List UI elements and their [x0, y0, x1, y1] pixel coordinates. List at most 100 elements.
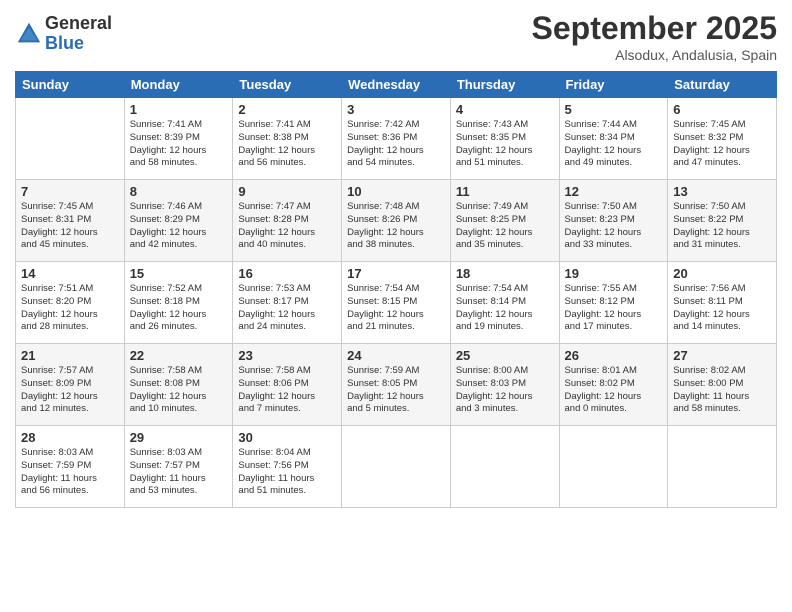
day-info: Sunrise: 7:45 AMSunset: 8:31 PMDaylight:…	[21, 201, 119, 252]
day-info: Sunrise: 7:44 AMSunset: 8:34 PMDaylight:…	[565, 119, 663, 170]
day-info: Sunrise: 7:41 AMSunset: 8:38 PMDaylight:…	[238, 119, 336, 170]
day-number: 29	[130, 430, 228, 445]
calendar-cell: 28Sunrise: 8:03 AMSunset: 7:59 PMDayligh…	[16, 426, 125, 508]
day-info: Sunrise: 7:54 AMSunset: 8:15 PMDaylight:…	[347, 283, 445, 334]
calendar-cell: 18 Sunrise: 7:54 AMSunset: 8:14 PMDayligh…	[450, 262, 559, 344]
calendar-cell: 5 Sunrise: 7:44 AMSunset: 8:34 PMDaylight…	[559, 98, 668, 180]
day-number: 10	[347, 184, 445, 199]
day-number: 12	[565, 184, 663, 199]
logo-text: General Blue	[45, 14, 112, 54]
calendar-cell: 9 Sunrise: 7:47 AMSunset: 8:28 PMDaylight…	[233, 180, 342, 262]
calendar-cell: 3 Sunrise: 7:42 AMSunset: 8:36 PMDaylight…	[342, 98, 451, 180]
day-number: 11	[456, 184, 554, 199]
day-info: Sunrise: 7:51 AMSunset: 8:20 PMDaylight:…	[21, 283, 119, 334]
calendar-cell: 27 Sunrise: 8:02 AMSunset: 8:00 PMDayligh…	[668, 344, 777, 426]
day-number: 9	[238, 184, 336, 199]
day-number: 4	[456, 102, 554, 117]
day-info: Sunrise: 7:58 AMSunset: 8:08 PMDaylight:…	[130, 365, 228, 416]
calendar-cell: 6Sunrise: 7:45 AMSunset: 8:32 PMDaylight…	[668, 98, 777, 180]
logo: General Blue	[15, 14, 112, 54]
weekday-header-wednesday: Wednesday	[342, 72, 451, 98]
calendar-cell: 1Sunrise: 7:41 AMSunset: 8:39 PMDaylight…	[124, 98, 233, 180]
day-number: 1	[130, 102, 228, 117]
calendar-cell	[559, 426, 668, 508]
calendar-cell	[342, 426, 451, 508]
calendar-cell: 12 Sunrise: 7:50 AMSunset: 8:23 PMDayligh…	[559, 180, 668, 262]
calendar-cell: 16 Sunrise: 7:53 AMSunset: 8:17 PMDayligh…	[233, 262, 342, 344]
calendar-cell: 24Sunrise: 7:59 AMSunset: 8:05 PMDayligh…	[342, 344, 451, 426]
logo-icon	[15, 20, 43, 48]
day-number: 13	[673, 184, 771, 199]
week-row-1: 1Sunrise: 7:41 AMSunset: 8:39 PMDaylight…	[16, 98, 777, 180]
day-number: 18	[456, 266, 554, 281]
day-number: 6	[673, 102, 771, 117]
day-number: 24	[347, 348, 445, 363]
day-number: 30	[238, 430, 336, 445]
week-row-3: 14 Sunrise: 7:51 AMSunset: 8:20 PMDayligh…	[16, 262, 777, 344]
day-info: Sunrise: 7:52 AMSunset: 8:18 PMDaylight:…	[130, 283, 228, 334]
weekday-header-sunday: Sunday	[16, 72, 125, 98]
day-info: Sunrise: 7:50 AMSunset: 8:22 PMDaylight:…	[673, 201, 771, 252]
calendar-cell: 25 Sunrise: 8:00 AMSunset: 8:03 PMDayligh…	[450, 344, 559, 426]
day-number: 8	[130, 184, 228, 199]
day-number: 5	[565, 102, 663, 117]
week-row-5: 28Sunrise: 8:03 AMSunset: 7:59 PMDayligh…	[16, 426, 777, 508]
header: General Blue September 2025 Alsodux, And…	[15, 10, 777, 63]
calendar-cell: 29 Sunrise: 8:03 AMSunset: 7:57 PMDayligh…	[124, 426, 233, 508]
day-number: 25	[456, 348, 554, 363]
day-info: Sunrise: 7:58 AMSunset: 8:06 PMDaylight:…	[238, 365, 336, 416]
location-title: Alsodux, Andalusia, Spain	[532, 47, 777, 63]
calendar-cell: 8 Sunrise: 7:46 AMSunset: 8:29 PMDaylight…	[124, 180, 233, 262]
day-number: 26	[565, 348, 663, 363]
day-info: Sunrise: 8:02 AMSunset: 8:00 PMDaylight:…	[673, 365, 771, 416]
day-info: Sunrise: 7:43 AMSunset: 8:35 PMDaylight:…	[456, 119, 554, 170]
calendar-cell: 7 Sunrise: 7:45 AMSunset: 8:31 PMDaylight…	[16, 180, 125, 262]
day-info: Sunrise: 7:57 AMSunset: 8:09 PMDaylight:…	[21, 365, 119, 416]
day-info: Sunrise: 7:53 AMSunset: 8:17 PMDaylight:…	[238, 283, 336, 334]
day-info: Sunrise: 7:49 AMSunset: 8:25 PMDaylight:…	[456, 201, 554, 252]
day-number: 21	[21, 348, 119, 363]
day-info: Sunrise: 7:47 AMSunset: 8:28 PMDaylight:…	[238, 201, 336, 252]
calendar-cell: 26 Sunrise: 8:01 AMSunset: 8:02 PMDayligh…	[559, 344, 668, 426]
weekday-header-tuesday: Tuesday	[233, 72, 342, 98]
day-number: 3	[347, 102, 445, 117]
weekday-header-row: SundayMondayTuesdayWednesdayThursdayFrid…	[16, 72, 777, 98]
day-number: 16	[238, 266, 336, 281]
title-block: September 2025 Alsodux, Andalusia, Spain	[532, 10, 777, 63]
day-number: 27	[673, 348, 771, 363]
day-number: 17	[347, 266, 445, 281]
calendar-cell: 14 Sunrise: 7:51 AMSunset: 8:20 PMDayligh…	[16, 262, 125, 344]
weekday-header-friday: Friday	[559, 72, 668, 98]
calendar: SundayMondayTuesdayWednesdayThursdayFrid…	[15, 71, 777, 508]
calendar-cell: 10 Sunrise: 7:48 AMSunset: 8:26 PMDayligh…	[342, 180, 451, 262]
calendar-cell: 19 Sunrise: 7:55 AMSunset: 8:12 PMDayligh…	[559, 262, 668, 344]
calendar-cell: 11 Sunrise: 7:49 AMSunset: 8:25 PMDayligh…	[450, 180, 559, 262]
day-info: Sunrise: 7:46 AMSunset: 8:29 PMDaylight:…	[130, 201, 228, 252]
month-title: September 2025	[532, 10, 777, 47]
day-number: 14	[21, 266, 119, 281]
calendar-cell: 22 Sunrise: 7:58 AMSunset: 8:08 PMDayligh…	[124, 344, 233, 426]
day-info: Sunrise: 7:50 AMSunset: 8:23 PMDaylight:…	[565, 201, 663, 252]
weekday-header-thursday: Thursday	[450, 72, 559, 98]
day-info: Sunrise: 7:42 AMSunset: 8:36 PMDaylight:…	[347, 119, 445, 170]
day-info: Sunrise: 7:56 AMSunset: 8:11 PMDaylight:…	[673, 283, 771, 334]
calendar-cell: 4 Sunrise: 7:43 AMSunset: 8:35 PMDaylight…	[450, 98, 559, 180]
day-number: 19	[565, 266, 663, 281]
day-number: 7	[21, 184, 119, 199]
calendar-cell: 17 Sunrise: 7:54 AMSunset: 8:15 PMDayligh…	[342, 262, 451, 344]
day-info: Sunrise: 7:54 AMSunset: 8:14 PMDaylight:…	[456, 283, 554, 334]
week-row-4: 21 Sunrise: 7:57 AMSunset: 8:09 PMDayligh…	[16, 344, 777, 426]
day-number: 20	[673, 266, 771, 281]
day-number: 23	[238, 348, 336, 363]
logo-general: General	[45, 14, 112, 34]
day-number: 22	[130, 348, 228, 363]
calendar-cell	[16, 98, 125, 180]
logo-blue: Blue	[45, 34, 112, 54]
day-info: Sunrise: 8:00 AMSunset: 8:03 PMDaylight:…	[456, 365, 554, 416]
day-info: Sunrise: 8:01 AMSunset: 8:02 PMDaylight:…	[565, 365, 663, 416]
day-info: Sunrise: 7:48 AMSunset: 8:26 PMDaylight:…	[347, 201, 445, 252]
weekday-header-saturday: Saturday	[668, 72, 777, 98]
day-info: Sunrise: 7:55 AMSunset: 8:12 PMDaylight:…	[565, 283, 663, 334]
day-info: Sunrise: 8:03 AMSunset: 7:57 PMDaylight:…	[130, 447, 228, 498]
day-info: Sunrise: 8:03 AMSunset: 7:59 PMDaylight:…	[21, 447, 119, 498]
